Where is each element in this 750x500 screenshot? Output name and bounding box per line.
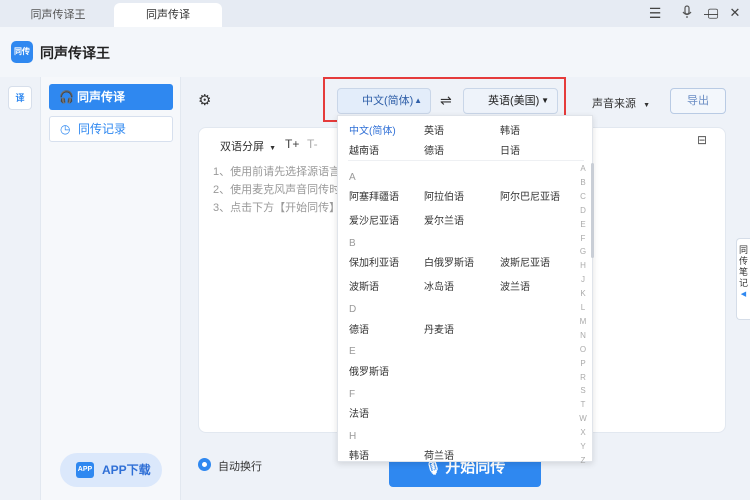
index-letter[interactable]: C	[579, 192, 587, 201]
auto-wrap-label: 自动换行	[218, 461, 262, 473]
sound-source-select[interactable]: 声音来源 ▼	[592, 95, 650, 111]
notes-side-tab[interactable]: 同传笔记 ◀	[736, 238, 750, 320]
view-mode-label: 双语分屏	[220, 141, 264, 153]
language-option[interactable]: 波斯语	[349, 278, 379, 293]
index-letter[interactable]: N	[579, 331, 587, 340]
language-option[interactable]: 白俄罗斯语	[424, 254, 474, 269]
index-letter[interactable]: L	[579, 303, 587, 312]
language-option[interactable]: 波兰语	[500, 278, 530, 293]
index-letter[interactable]: M	[579, 317, 587, 326]
language-option[interactable]: 爱沙尼亚语	[349, 212, 399, 227]
index-letter[interactable]: J	[579, 275, 587, 284]
mic-icon[interactable]	[679, 5, 695, 21]
group-letter: F	[349, 389, 356, 400]
maximize-icon[interactable]: ▢	[705, 5, 721, 21]
arrow-left-icon: ◀	[740, 291, 747, 298]
index-letter[interactable]: H	[579, 261, 587, 270]
language-option[interactable]: 德语	[349, 321, 369, 336]
index-letter[interactable]: Y	[579, 442, 587, 451]
caret-down-icon: ▼	[643, 102, 650, 109]
group-letter: E	[349, 346, 356, 357]
divider	[348, 160, 584, 161]
index-letter[interactable]: X	[579, 428, 587, 437]
sidebar-item-label: 同声传译	[77, 90, 126, 104]
menu-icon[interactable]: ☰	[647, 5, 663, 21]
language-option[interactable]: 英语	[424, 122, 444, 137]
headset-icon: 🎧	[59, 90, 74, 104]
sidebar-item-label: 同传记录	[78, 122, 127, 136]
language-option[interactable]: 韩语	[349, 447, 369, 462]
sidebar-item-history[interactable]: ◷ 同传记录	[49, 116, 173, 142]
group-letter: A	[349, 172, 356, 183]
export-button[interactable]: 导出	[670, 88, 726, 114]
font-increase-button[interactable]: T+	[285, 137, 299, 151]
close-icon[interactable]: ✕	[727, 5, 743, 21]
tab-home[interactable]: 同声传译王	[2, 3, 114, 27]
index-letter[interactable]: D	[579, 206, 587, 215]
language-dropdown: 中文(简体) 英语 韩语 越南语 德语 日语 A 阿塞拜疆语 阿拉伯语 阿尔巴尼…	[337, 115, 594, 465]
index-letter[interactable]: A	[579, 164, 587, 173]
app-header	[0, 27, 750, 77]
sidebar-item-simultaneous[interactable]: 🎧 同声传译	[49, 84, 173, 110]
clock-icon: ◷	[60, 122, 71, 136]
index-letter[interactable]: O	[579, 345, 587, 354]
group-letter: D	[349, 304, 357, 315]
app-icon: APP	[76, 462, 94, 478]
language-option[interactable]: 韩语	[500, 122, 520, 137]
app-logo-icon: 同传	[11, 41, 33, 63]
language-option[interactable]: 法语	[349, 405, 369, 420]
index-letter[interactable]: K	[579, 289, 587, 298]
collapse-icon[interactable]: ⊟	[697, 133, 707, 147]
index-letter[interactable]: R	[579, 373, 587, 382]
sound-source-label: 声音来源	[592, 98, 636, 110]
font-decrease-button[interactable]: T-	[307, 137, 318, 151]
language-option[interactable]: 波斯尼亚语	[500, 254, 550, 269]
language-option[interactable]: 德语	[424, 142, 444, 157]
language-option[interactable]: 中文(简体)	[349, 122, 396, 137]
language-option[interactable]: 越南语	[349, 142, 379, 157]
index-letter[interactable]: B	[579, 178, 587, 187]
index-letter[interactable]: Z	[579, 456, 587, 465]
language-option[interactable]: 阿尔巴尼亚语	[500, 188, 560, 203]
index-letter[interactable]: P	[579, 359, 587, 368]
app-download-button[interactable]: APP APP下载	[60, 453, 162, 487]
index-letter[interactable]: S	[579, 386, 587, 395]
language-option[interactable]: 阿塞拜疆语	[349, 188, 399, 203]
notes-side-tab-label: 同传笔记	[739, 245, 749, 288]
language-option[interactable]: 丹麦语	[424, 321, 454, 336]
app-download-label: APP下载	[102, 463, 151, 477]
language-option[interactable]: 阿拉伯语	[424, 188, 464, 203]
auto-wrap-radio[interactable]	[198, 458, 211, 471]
gear-icon[interactable]: ⚙	[198, 91, 211, 109]
tab-simultaneous[interactable]: 同声传译	[114, 3, 222, 27]
app-title: 同声传译王	[40, 45, 110, 61]
hint-line: 3、点击下方【开始同传】	[213, 202, 337, 214]
index-letter[interactable]: W	[579, 414, 587, 423]
index-letter[interactable]: F	[579, 234, 587, 243]
caret-down-icon: ▼	[269, 145, 276, 152]
index-letter[interactable]: T	[579, 400, 587, 409]
hint-line: 2、使用麦克风声音同传时	[213, 184, 337, 196]
language-option[interactable]: 日语	[500, 142, 520, 157]
index-letter[interactable]: E	[579, 220, 587, 229]
language-option[interactable]: 冰岛语	[424, 278, 454, 293]
translate-icon[interactable]: 译	[8, 86, 32, 110]
language-option[interactable]: 荷兰语	[424, 447, 454, 462]
scrollbar[interactable]	[591, 163, 594, 258]
hint-line: 1、使用前请先选择源语言	[213, 166, 337, 178]
group-letter: H	[349, 431, 357, 442]
group-letter: B	[349, 238, 356, 249]
view-mode-select[interactable]: 双语分屏 ▼	[220, 138, 276, 154]
language-option[interactable]: 爱尔兰语	[424, 212, 464, 227]
mic-icon: 🎙	[424, 460, 442, 475]
language-option[interactable]: 俄罗斯语	[349, 363, 389, 378]
index-letter[interactable]: G	[579, 247, 587, 256]
language-option[interactable]: 保加利亚语	[349, 254, 399, 269]
